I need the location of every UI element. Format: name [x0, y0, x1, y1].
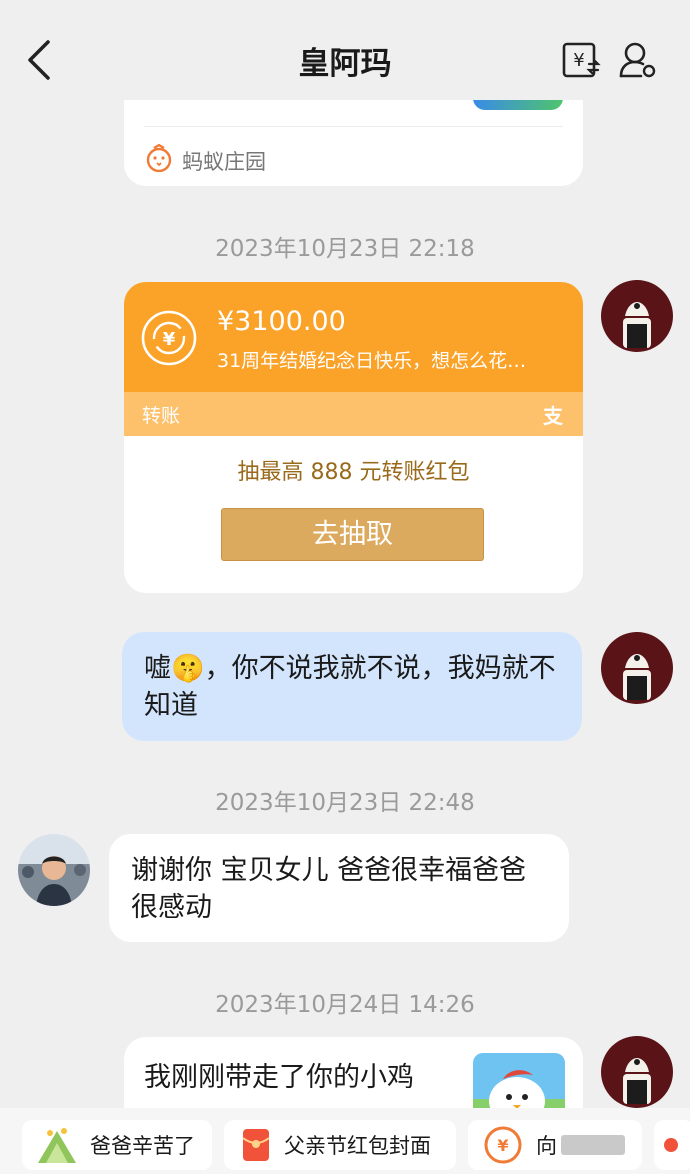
avatar-photo-icon	[18, 834, 90, 906]
timestamp: 2023年10月24日 14:26	[215, 992, 475, 1018]
message-text: 嘘🤫，你不说我就不说，我妈就不知道	[144, 653, 556, 721]
quick-chip-more[interactable]	[654, 1120, 690, 1170]
transfer-money-icon[interactable]: ¥	[561, 40, 601, 80]
transfer-note: 31周年结婚纪念日快乐，想怎么花…	[217, 350, 527, 372]
transfer-type-band: 转账 支	[124, 392, 583, 436]
avatar-figure-icon	[623, 302, 651, 348]
my-avatar[interactable]	[601, 1036, 673, 1108]
chat-header: 皇阿玛 ¥	[0, 0, 690, 100]
quick-chip-label: 父亲节红包封面	[284, 1134, 431, 1158]
flower-icon	[664, 1138, 678, 1152]
obscured-chip-text	[561, 1135, 625, 1155]
message-text: 谢谢你 宝贝女儿 爸爸很幸福爸爸很感动	[131, 855, 527, 923]
timestamp: 2023年10月23日 22:18	[215, 236, 475, 262]
transfer-card[interactable]: ¥ ¥3100.00 31周年结婚纪念日快乐，想怎么花… 转账 支 抽最高 88…	[124, 282, 583, 593]
message-text: 我刚刚带走了你的小鸡	[144, 1062, 414, 1093]
thanks-sticker-icon	[38, 1128, 76, 1163]
transfer-header: ¥ ¥3100.00 31周年结婚纪念日快乐，想怎么花…	[124, 282, 583, 392]
transfer-yuan-icon: ¥	[141, 310, 197, 366]
transfer-amount: ¥3100.00	[217, 306, 346, 337]
quick-actions-bar: 爸爸辛苦了 父亲节红包封面 ¥ 向	[0, 1108, 690, 1174]
alipay-logo-icon: 支	[543, 404, 563, 428]
svg-text:¥: ¥	[573, 50, 584, 71]
quick-chip-transfer[interactable]: ¥ 向	[468, 1120, 642, 1170]
dad-avatar[interactable]	[18, 834, 90, 906]
quick-chip-label: 向	[536, 1134, 557, 1158]
dad-message-bubble[interactable]: 谢谢你 宝贝女儿 爸爸很幸福爸爸很感动	[109, 834, 569, 942]
svg-text:¥: ¥	[163, 329, 176, 350]
divider	[144, 126, 563, 127]
avatar-figure-icon	[623, 1058, 651, 1104]
transfer-coin-icon: ¥	[484, 1126, 522, 1164]
promo-text: 抽最高 888 元转账红包	[237, 460, 470, 485]
transfer-type-label: 转账	[142, 405, 181, 427]
ant-farm-label: 蚂蚁庄园	[182, 150, 266, 174]
quick-chip-label: 爸爸辛苦了	[90, 1134, 195, 1158]
avatar-figure-icon	[623, 654, 651, 700]
my-avatar[interactable]	[601, 632, 673, 704]
svg-text:¥: ¥	[497, 1136, 508, 1155]
contact-profile-icon[interactable]	[618, 40, 658, 80]
red-packet-icon	[242, 1129, 270, 1161]
my-message-bubble[interactable]: 嘘🤫，你不说我就不说，我妈就不知道	[122, 632, 582, 741]
timestamp: 2023年10月23日 22:48	[215, 790, 475, 816]
draw-button[interactable]: 去抽取	[221, 508, 484, 561]
quick-chip-thanks-dad[interactable]: 爸爸辛苦了	[22, 1120, 212, 1170]
ant-farm-chick-icon	[146, 144, 172, 172]
quick-chip-red-packet-cover[interactable]: 父亲节红包封面	[224, 1120, 456, 1170]
my-avatar[interactable]	[601, 280, 673, 352]
